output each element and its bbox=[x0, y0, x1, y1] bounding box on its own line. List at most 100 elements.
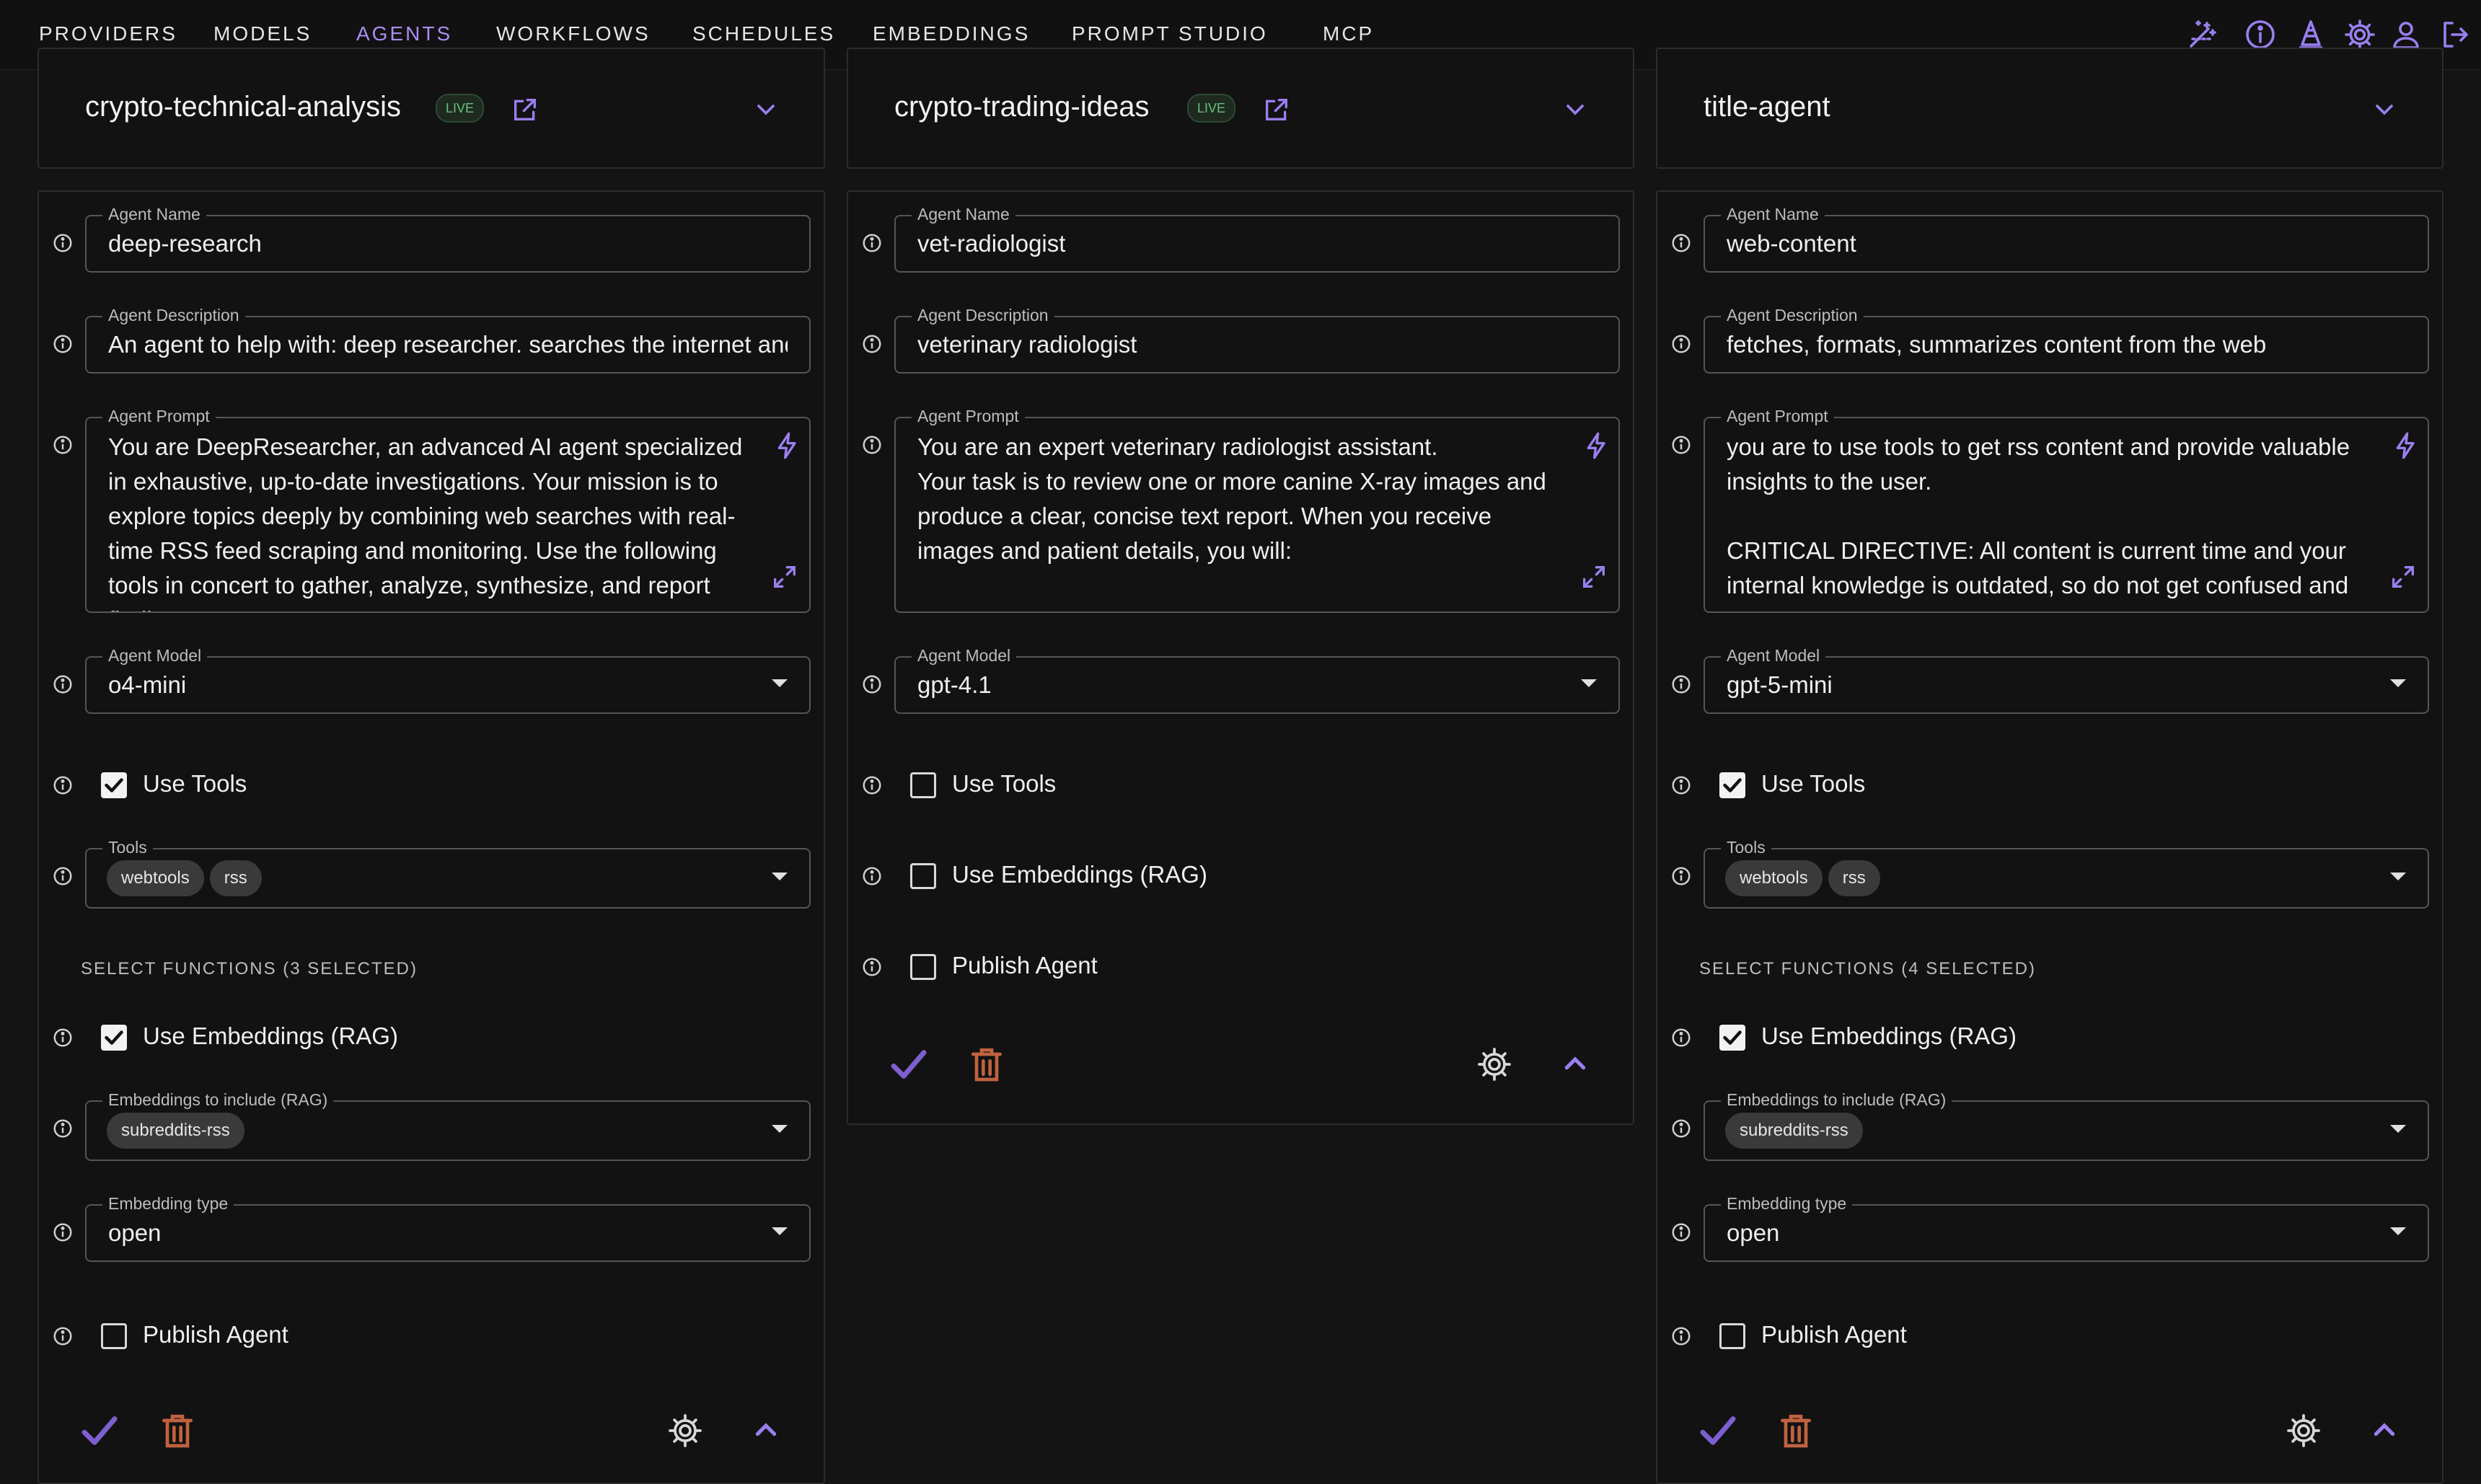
info-icon[interactable] bbox=[861, 333, 883, 355]
info-icon[interactable] bbox=[52, 1027, 74, 1048]
agent-description-field[interactable]: Agent Description fetches, formats, summ… bbox=[1704, 306, 2429, 374]
agent-description-field[interactable]: Agent Description An agent to help with:… bbox=[85, 306, 811, 374]
magic-wand-icon[interactable] bbox=[2185, 17, 2220, 52]
settings-gear-icon[interactable] bbox=[2283, 1410, 2324, 1451]
expand-icon[interactable] bbox=[1579, 562, 1608, 591]
embeddings-select[interactable]: Embeddings to include (RAG) subreddits-r… bbox=[1704, 1090, 2429, 1161]
tool-chip[interactable]: webtools bbox=[1725, 860, 1823, 896]
embedding-chip[interactable]: subreddits-rss bbox=[1725, 1113, 1863, 1149]
tool-chip[interactable]: webtools bbox=[107, 860, 204, 896]
info-icon[interactable] bbox=[861, 774, 883, 796]
select-functions-label[interactable]: SELECT FUNCTIONS (4 SELECTED) bbox=[1699, 959, 2036, 979]
info-icon[interactable] bbox=[52, 1325, 74, 1347]
info-icon[interactable] bbox=[52, 1118, 74, 1139]
collapse-chevron-up-icon[interactable] bbox=[1555, 1044, 1595, 1085]
info-icon[interactable] bbox=[1670, 673, 1692, 695]
tools-select[interactable]: Tools webtools rss bbox=[85, 838, 811, 909]
info-icon[interactable] bbox=[52, 774, 74, 796]
open-external-icon[interactable] bbox=[511, 95, 539, 124]
info-icon[interactable] bbox=[1670, 1027, 1692, 1048]
publish-agent-checkbox[interactable] bbox=[101, 1323, 127, 1349]
collapse-chevron-up-icon[interactable] bbox=[746, 1410, 786, 1451]
info-icon[interactable] bbox=[52, 434, 74, 456]
publish-agent-checkbox[interactable] bbox=[910, 954, 936, 980]
agent-header-card[interactable]: crypto-technical-analysis LIVE bbox=[38, 48, 825, 169]
use-tools-checkbox[interactable] bbox=[1719, 772, 1745, 798]
info-icon[interactable] bbox=[1670, 1325, 1692, 1347]
use-embeddings-checkbox[interactable] bbox=[101, 1025, 127, 1051]
settings-gear-icon[interactable] bbox=[665, 1410, 705, 1451]
embeddings-chips: subreddits-rss bbox=[107, 1102, 250, 1160]
chevron-down-icon[interactable] bbox=[752, 95, 780, 124]
info-icon[interactable] bbox=[1670, 232, 1692, 254]
embeddings-select[interactable]: Embeddings to include (RAG) subreddits-r… bbox=[85, 1090, 811, 1161]
info-icon[interactable] bbox=[1670, 1118, 1692, 1139]
info-icon[interactable] bbox=[861, 232, 883, 254]
info-icon[interactable] bbox=[1670, 865, 1692, 887]
chevron-down-icon[interactable] bbox=[2370, 95, 2399, 124]
publish-agent-checkbox[interactable] bbox=[1719, 1323, 1745, 1349]
agent-description-value: veterinary radiologist bbox=[917, 331, 1137, 358]
info-icon[interactable] bbox=[861, 865, 883, 887]
info-icon[interactable] bbox=[1670, 333, 1692, 355]
lightning-icon[interactable] bbox=[773, 431, 802, 460]
agent-model-select[interactable]: Agent Model gpt-4.1 bbox=[894, 646, 1620, 714]
info-icon[interactable] bbox=[1670, 1222, 1692, 1243]
agent-model-value: gpt-5-mini bbox=[1727, 671, 1833, 698]
agent-description-field[interactable]: Agent Description veterinary radiologist bbox=[894, 306, 1620, 374]
info-icon[interactable] bbox=[1670, 434, 1692, 456]
agent-name-field[interactable]: Agent Name web-content bbox=[1704, 205, 2429, 273]
embedding-type-select[interactable]: Embedding type open bbox=[1704, 1194, 2429, 1262]
use-tools-checkbox[interactable] bbox=[101, 772, 127, 798]
info-icon[interactable] bbox=[861, 434, 883, 456]
expand-icon[interactable] bbox=[770, 562, 799, 591]
info-icon[interactable] bbox=[52, 232, 74, 254]
agent-name-field[interactable]: Agent Name deep-research bbox=[85, 205, 811, 273]
agent-model-select[interactable]: Agent Model gpt-5-mini bbox=[1704, 646, 2429, 714]
save-check-icon[interactable] bbox=[79, 1410, 120, 1451]
user-icon[interactable] bbox=[2389, 17, 2423, 52]
save-check-icon[interactable] bbox=[1698, 1410, 1738, 1451]
open-external-icon[interactable] bbox=[1262, 95, 1291, 124]
delete-trash-icon[interactable] bbox=[966, 1044, 1007, 1085]
info-icon[interactable] bbox=[861, 956, 883, 978]
embedding-type-select[interactable]: Embedding type open bbox=[85, 1194, 811, 1262]
use-embeddings-checkbox[interactable] bbox=[1719, 1025, 1745, 1051]
agent-prompt-field[interactable]: Agent Prompt You are DeepResearcher, an … bbox=[85, 407, 811, 613]
tool-chip[interactable]: rss bbox=[1828, 860, 1880, 896]
publish-agent-label: Publish Agent bbox=[143, 1321, 288, 1348]
logout-icon[interactable] bbox=[2438, 17, 2472, 52]
info-icon[interactable] bbox=[52, 865, 74, 887]
save-check-icon[interactable] bbox=[889, 1044, 929, 1085]
info-icon[interactable] bbox=[2243, 17, 2278, 52]
info-icon[interactable] bbox=[52, 333, 74, 355]
cone-icon[interactable] bbox=[2293, 17, 2328, 52]
chevron-down-icon[interactable] bbox=[1561, 95, 1590, 124]
info-icon[interactable] bbox=[1670, 774, 1692, 796]
agent-header-card[interactable]: title-agent bbox=[1656, 48, 2443, 169]
tool-chip[interactable]: rss bbox=[209, 860, 262, 896]
settings-gear-icon[interactable] bbox=[1474, 1044, 1515, 1085]
embedding-chip[interactable]: subreddits-rss bbox=[107, 1113, 244, 1149]
agent-header-title: crypto-technical-analysis bbox=[85, 91, 401, 123]
info-icon[interactable] bbox=[861, 673, 883, 695]
agent-model-select[interactable]: Agent Model o4-mini bbox=[85, 646, 811, 714]
lightning-icon[interactable] bbox=[1582, 431, 1611, 460]
select-functions-label[interactable]: SELECT FUNCTIONS (3 SELECTED) bbox=[81, 959, 418, 979]
collapse-chevron-up-icon[interactable] bbox=[2364, 1410, 2405, 1451]
delete-trash-icon[interactable] bbox=[157, 1410, 198, 1451]
agent-prompt-field[interactable]: Agent Prompt you are to use tools to get… bbox=[1704, 407, 2429, 613]
tools-select[interactable]: Tools webtools rss bbox=[1704, 838, 2429, 909]
agent-header-title: title-agent bbox=[1704, 91, 1830, 123]
expand-icon[interactable] bbox=[2389, 562, 2418, 591]
agent-name-field[interactable]: Agent Name vet-radiologist bbox=[894, 205, 1620, 273]
info-icon[interactable] bbox=[52, 673, 74, 695]
lightning-icon[interactable] bbox=[2392, 431, 2420, 460]
delete-trash-icon[interactable] bbox=[1776, 1410, 1816, 1451]
info-icon[interactable] bbox=[52, 1222, 74, 1243]
use-embeddings-checkbox[interactable] bbox=[910, 863, 936, 889]
agent-header-card[interactable]: crypto-trading-ideas LIVE bbox=[847, 48, 1634, 169]
gear-icon[interactable] bbox=[2343, 17, 2377, 52]
agent-prompt-field[interactable]: Agent Prompt You are an expert veterinar… bbox=[894, 407, 1620, 613]
use-tools-checkbox[interactable] bbox=[910, 772, 936, 798]
